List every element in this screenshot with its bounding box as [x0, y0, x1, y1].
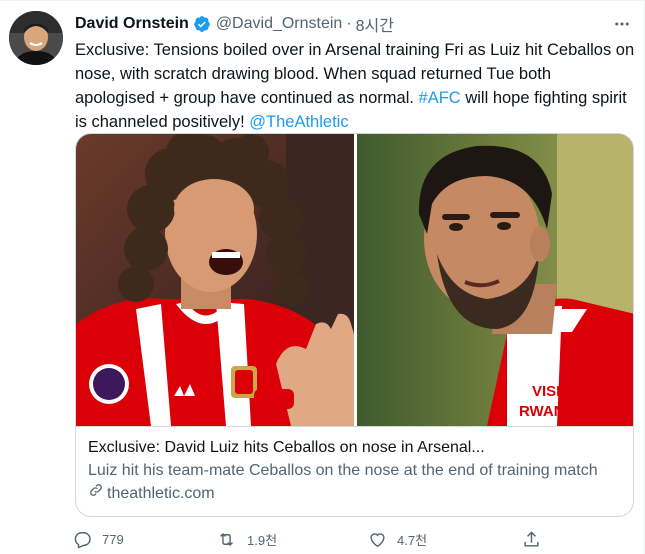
tweet-text-fragment: apologised + group have continued as nor… — [75, 89, 414, 107]
tweet-header: David Ornstein @David_Ornstein · 8시간 — [75, 13, 635, 35]
card-title[interactable]: Exclusive: David Luiz hits Ceballos on n… — [88, 437, 623, 458]
card-domain: theathletic.com — [88, 482, 623, 505]
share-icon — [522, 530, 541, 549]
link-card[interactable]: VISIT RWANDA Exclusive: David Luiz hits … — [75, 133, 634, 517]
top-divider — [0, 0, 645, 1]
mention-link[interactable]: @TheAthletic — [249, 113, 348, 131]
retweet-count: 1.9천 — [247, 532, 278, 548]
card-info[interactable]: Exclusive: David Luiz hits Ceballos on n… — [76, 426, 633, 516]
verified-badge-icon — [193, 15, 211, 33]
hashtag-link[interactable]: #AFC — [419, 89, 461, 107]
link-icon — [88, 482, 107, 505]
like-button[interactable]: 4.7천 — [368, 525, 427, 553]
like-count: 4.7천 — [397, 532, 428, 548]
reply-button[interactable]: 779 — [73, 525, 124, 553]
retweet-icon — [216, 530, 237, 549]
tweet-text-line: is channeled positively! @TheAthletic — [75, 110, 637, 134]
avatar[interactable] — [9, 11, 63, 65]
tweet-text-fragment: will hope fighting spirit — [460, 89, 627, 107]
card-description: Luiz hit his team-mate Ceballos on the n… — [88, 462, 598, 479]
card-photo-right: VISIT RWANDA — [357, 134, 633, 426]
separator-dot: · — [346, 15, 352, 32]
tweet-actions: 779 1.9천 4.7천 — [73, 525, 553, 553]
svg-text:VISIT: VISIT — [532, 383, 570, 400]
tweet-timestamp[interactable]: 8시간 — [356, 12, 394, 36]
share-button[interactable] — [522, 525, 541, 553]
author-name[interactable]: David Ornstein — [75, 15, 189, 33]
reply-count: 779 — [102, 531, 124, 547]
card-domain-text: theathletic.com — [107, 484, 215, 502]
tweet-text: Exclusive: Tensions boiled over in Arsen… — [75, 38, 637, 134]
reply-icon — [73, 530, 92, 549]
more-icon[interactable] — [611, 13, 633, 35]
card-photo-left — [76, 134, 354, 426]
author-handle[interactable]: @David_Ornstein — [216, 15, 343, 33]
retweet-button[interactable]: 1.9천 — [216, 525, 277, 553]
like-icon — [368, 530, 387, 549]
tweet-text-line: apologised + group have continued as nor… — [75, 86, 637, 110]
svg-text:RWANDA: RWANDA — [519, 403, 586, 420]
card-image[interactable]: VISIT RWANDA — [76, 134, 633, 426]
tweet-text-line: Exclusive: Tensions boiled over in Arsen… — [75, 41, 635, 59]
tweet-text-line: nose, with scratch drawing blood. When s… — [75, 65, 552, 83]
tweet-text-fragment: is channeled positively! — [75, 113, 245, 131]
